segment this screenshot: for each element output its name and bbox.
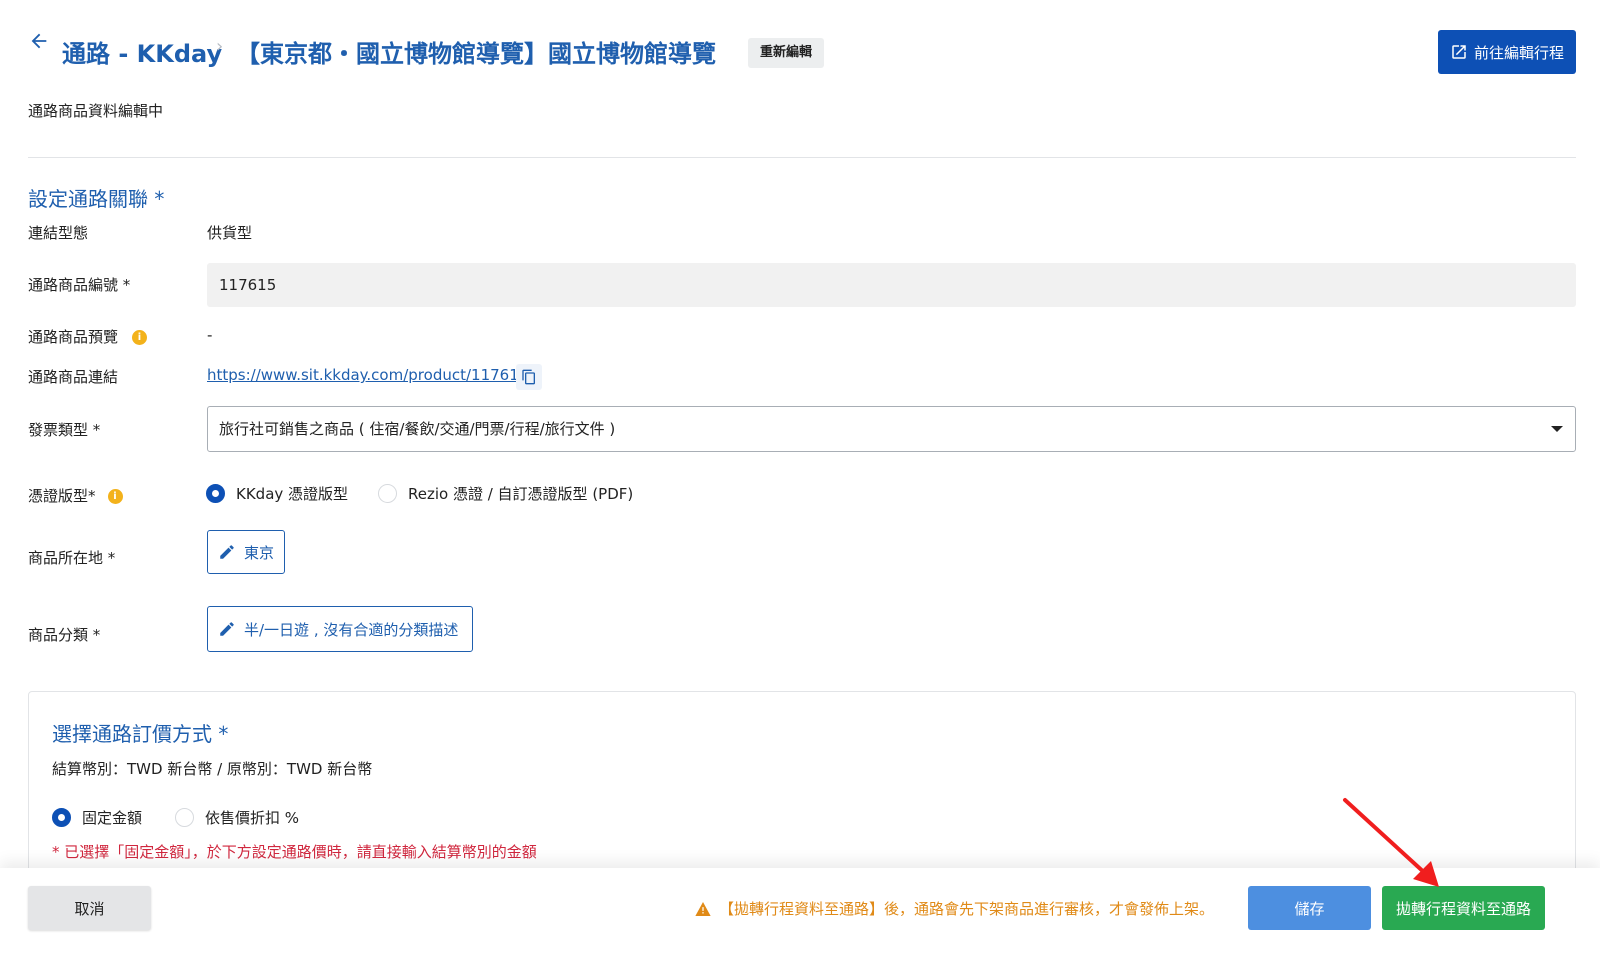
voucher-option-label: KKday 憑證版型 bbox=[236, 485, 349, 503]
footer-warning-text: 【拋轉行程資料至通路】後，通路會先下架商品進行審核，才會發佈上架。 bbox=[719, 900, 1215, 918]
copy-icon[interactable] bbox=[516, 364, 542, 390]
section-title: 設定通路關聯 * bbox=[28, 187, 165, 211]
edit-status-text: 通路商品資料編輯中 bbox=[28, 102, 164, 120]
transfer-to-channel-button[interactable]: 拋轉行程資料至通路 bbox=[1382, 886, 1545, 930]
status-badge: 重新編輯 bbox=[748, 38, 825, 68]
info-icon[interactable]: i bbox=[107, 489, 123, 504]
pencil-icon bbox=[220, 622, 234, 636]
info-icon[interactable]: i bbox=[132, 330, 148, 345]
location-edit-button[interactable]: 東京 bbox=[207, 530, 285, 574]
preview-label: 通路商品預覽 i bbox=[28, 326, 148, 347]
pricing-option-label: 依售價折扣 % bbox=[205, 809, 300, 827]
breadcrumb-channel[interactable]: 通路 - KKday bbox=[62, 34, 222, 69]
invoice-type-select[interactable]: 旅行社可銷售之商品 ( 住宿/餐飲/交通/門票/行程/旅行文件 ) bbox=[207, 406, 1576, 452]
chevron-down-icon bbox=[1551, 426, 1563, 432]
voucher-label: 憑證版型* i bbox=[28, 485, 123, 506]
divider bbox=[28, 157, 1576, 158]
currency-text: 結算幣別：TWD 新台幣 / 原幣別：TWD 新台幣 bbox=[52, 760, 373, 778]
location-label: 商品所在地 * bbox=[28, 549, 116, 567]
product-link-text[interactable]: https://www.sit.kkday.com/product/117615 bbox=[207, 366, 528, 384]
pricing-option-discount[interactable]: 依售價折扣 % bbox=[175, 807, 299, 828]
voucher-option-label: Rezio 憑證 / 自訂憑證版型 (PDF) bbox=[408, 485, 634, 503]
radio-unselected[interactable] bbox=[378, 484, 397, 503]
pricing-option-fixed[interactable]: 固定金額 bbox=[52, 807, 142, 828]
radio-selected[interactable] bbox=[206, 484, 225, 503]
invoice-type-value: 旅行社可銷售之商品 ( 住宿/餐飲/交通/門票/行程/旅行文件 ) bbox=[219, 420, 616, 438]
product-link-label: 通路商品連結 bbox=[28, 368, 119, 386]
page-header: 通路 - KKday › 【東京都・國立博物館導覽】國立博物館導覽 重新編輯 前… bbox=[28, 30, 1576, 76]
product-id-field: 117615 bbox=[207, 263, 1576, 307]
warning-icon bbox=[695, 901, 711, 916]
preview-label-text: 通路商品預覽 bbox=[28, 328, 119, 346]
preview-value: - bbox=[207, 326, 213, 344]
cancel-button[interactable]: 取消 bbox=[28, 886, 151, 930]
category-value: 半/一日遊 , 沒有合適的分類描述 bbox=[244, 620, 459, 639]
open-external-icon bbox=[1452, 45, 1466, 59]
voucher-option-rezio[interactable]: Rezio 憑證 / 自訂憑證版型 (PDF) bbox=[378, 483, 633, 504]
pricing-title: 選擇通路訂價方式 * bbox=[52, 722, 229, 746]
link-type-label: 連結型態 bbox=[28, 224, 89, 242]
voucher-option-kkday[interactable]: KKday 憑證版型 bbox=[206, 483, 348, 504]
product-link[interactable]: https://www.sit.kkday.com/product/117615 bbox=[207, 366, 528, 384]
category-label: 商品分類 * bbox=[28, 626, 101, 644]
product-id-label: 通路商品編號 * bbox=[28, 276, 131, 294]
breadcrumb-separator: › bbox=[216, 36, 224, 57]
footer-action-bar: 取消 【拋轉行程資料至通路】後，通路會先下架商品進行審核，才會發佈上架。 儲存 … bbox=[0, 868, 1600, 969]
radio-unselected[interactable] bbox=[175, 808, 194, 827]
radio-selected[interactable] bbox=[52, 808, 71, 827]
edit-itinerary-label: 前往編輯行程 bbox=[1473, 43, 1564, 62]
link-type-value: 供貨型 bbox=[207, 224, 253, 242]
invoice-type-label: 發票類型 * bbox=[28, 421, 101, 439]
voucher-label-text: 憑證版型* bbox=[28, 487, 96, 505]
back-arrow-icon[interactable] bbox=[28, 30, 56, 58]
pencil-icon bbox=[220, 545, 234, 559]
category-edit-button[interactable]: 半/一日遊 , 沒有合適的分類描述 bbox=[207, 606, 473, 652]
footer-warning: 【拋轉行程資料至通路】後，通路會先下架商品進行審核，才會發佈上架。 bbox=[695, 898, 1214, 919]
page-title: 【東京都・國立博物館導覽】國立博物館導覽 bbox=[236, 40, 716, 68]
location-value: 東京 bbox=[243, 543, 274, 562]
pricing-note: * 已選擇「固定金額」，於下方設定通路價時，請直接輸入結算幣別的金額 bbox=[52, 843, 537, 861]
edit-itinerary-button[interactable]: 前往編輯行程 bbox=[1438, 30, 1576, 74]
save-button[interactable]: 儲存 bbox=[1248, 886, 1371, 930]
pricing-option-label: 固定金額 bbox=[82, 809, 143, 827]
